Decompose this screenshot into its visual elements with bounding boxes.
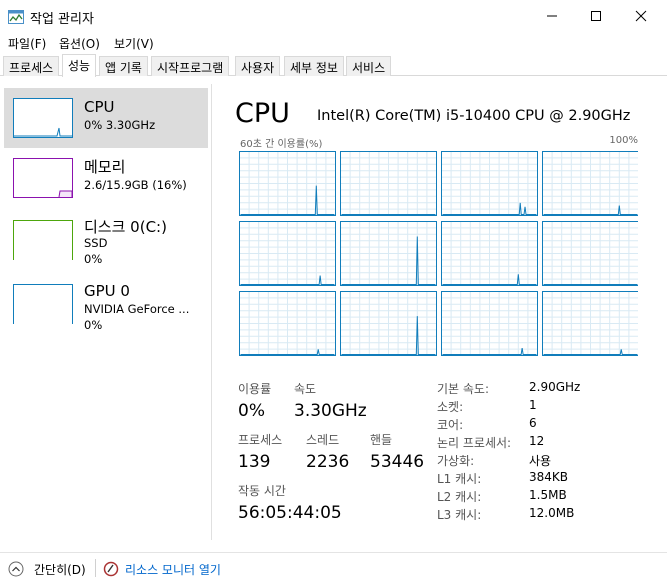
handles-value: 53446 [370,452,425,472]
sidebar-item-detail: 2.6/15.9GB (16%) [84,178,187,192]
info-label: 기본 속도: [437,382,490,396]
menu-bar: 파일(F) 옵션(O) 보기(V) [0,32,667,54]
info-value: 2.90GHz [529,380,581,394]
info-label: L2 캐시: [437,490,482,504]
logical-processor-graph [542,291,638,356]
processes-value: 139 [238,452,271,472]
window-title: 작업 관리자 [30,12,94,27]
tab-users[interactable]: 사용자 [235,56,281,76]
logical-processor-graph [239,221,336,286]
menu-file[interactable]: 파일(F) [8,35,46,52]
logical-processor-graph [340,291,437,356]
utilization-label: 이용률 [238,382,272,396]
speed-label: 속도 [294,382,317,396]
cpu-model-name: Intel(R) Core(TM) i5-10400 CPU @ 2.90GHz [317,108,631,124]
info-value: 12 [529,434,545,448]
utilization-value: 0% [238,401,265,421]
performance-sidebar: CPU 0% 3.30GHz 메모리 2.6/15.9GB (16%) 디스크 … [0,84,212,540]
graph-caption: 60초 간 이용률(%) [240,139,323,150]
uptime-label: 작동 시간 [238,484,286,498]
speed-value: 3.30GHz [294,401,367,421]
page-title: CPU [235,98,290,129]
task-manager-icon [8,9,24,24]
fewer-details-link[interactable]: 간단히(D) [34,561,86,578]
logical-processor-graph [340,151,437,216]
menu-options[interactable]: 옵션(O) [59,35,100,52]
sidebar-item-usage: 0% [84,318,103,332]
tab-performance[interactable]: 성능 [62,54,97,77]
tab-startup[interactable]: 시작프로그램 [151,56,230,76]
info-value: 1.5MB [529,488,567,502]
logical-processor-graph [441,291,538,356]
info-label: 논리 프로세서: [437,436,512,450]
graph-max-label: 100% [609,135,638,146]
threads-label: 스레드 [306,433,340,447]
threads-value: 2236 [306,452,350,472]
sidebar-item-usage: 0% [84,252,103,266]
footer-bar: 간단히(D) 리소스 모니터 열기 [0,552,667,586]
info-label: 소켓: [437,400,464,414]
close-button[interactable] [618,0,664,32]
logical-processor-graph [441,151,538,216]
memory-thumbnail-graph [13,158,73,198]
sidebar-item-gpu[interactable]: GPU 0 NVIDIA GeForce ... 0% [4,276,208,336]
info-label: 가상화: [437,454,475,468]
info-value: 사용 [529,454,552,468]
sidebar-item-detail: NVIDIA GeForce ... [84,302,190,316]
info-value: 12.0MB [529,506,575,520]
minimize-button[interactable] [529,0,575,32]
sidebar-item-title: 디스크 0(C:) [84,218,167,236]
maximize-icon [591,11,601,21]
tab-details[interactable]: 세부 정보 [284,56,344,76]
sidebar-item-detail: 0% 3.30GHz [84,118,156,132]
cpu-detail-panel: CPU Intel(R) Core(TM) i5-10400 CPU @ 2.9… [213,84,667,540]
info-label: L1 캐시: [437,472,482,486]
resource-monitor-icon [103,561,119,581]
info-label: L3 캐시: [437,508,482,522]
menu-view[interactable]: 보기(V) [114,35,154,52]
logical-processor-graph [340,221,437,286]
title-bar: 작업 관리자 [0,0,667,32]
tab-bar: 프로세스 성능 앱 기록 시작프로그램 사용자 세부 정보 서비스 [0,54,667,77]
sidebar-item-disk[interactable]: 디스크 0(C:) SSD 0% [4,212,208,272]
tab-services[interactable]: 서비스 [346,56,392,76]
close-icon [635,10,647,22]
sidebar-item-title: CPU [84,98,115,116]
logical-processor-graph [239,151,336,216]
sidebar-item-memory[interactable]: 메모리 2.6/15.9GB (16%) [4,148,208,208]
uptime-value: 56:05:44:05 [238,503,342,523]
processes-label: 프로세스 [238,433,283,447]
logical-processor-graph [441,221,538,286]
tab-app-history[interactable]: 앱 기록 [99,56,148,76]
chevron-up-icon[interactable] [8,561,24,581]
logical-processor-graph [239,291,336,356]
sidebar-item-detail: SSD [84,236,108,250]
sidebar-item-title: GPU 0 [84,282,130,300]
minimize-icon [547,15,557,17]
info-label: 코어: [437,418,464,432]
logical-processor-graph [542,221,638,286]
handles-label: 핸들 [370,433,393,447]
tab-processes[interactable]: 프로세스 [3,56,60,76]
info-value: 6 [529,416,537,430]
gpu-thumbnail-graph [13,284,73,324]
sidebar-item-cpu[interactable]: CPU 0% 3.30GHz [4,88,208,148]
sidebar-item-title: 메모리 [84,158,126,176]
logical-processor-graph [542,151,638,216]
divider [95,559,96,577]
info-value: 384KB [529,470,569,484]
open-resource-monitor-link[interactable]: 리소스 모니터 열기 [125,561,221,578]
disk-thumbnail-graph [13,220,73,260]
info-value: 1 [529,398,537,412]
maximize-button[interactable] [573,0,619,32]
cpu-thumbnail-graph [13,98,73,138]
logical-processor-graphs [239,151,638,356]
